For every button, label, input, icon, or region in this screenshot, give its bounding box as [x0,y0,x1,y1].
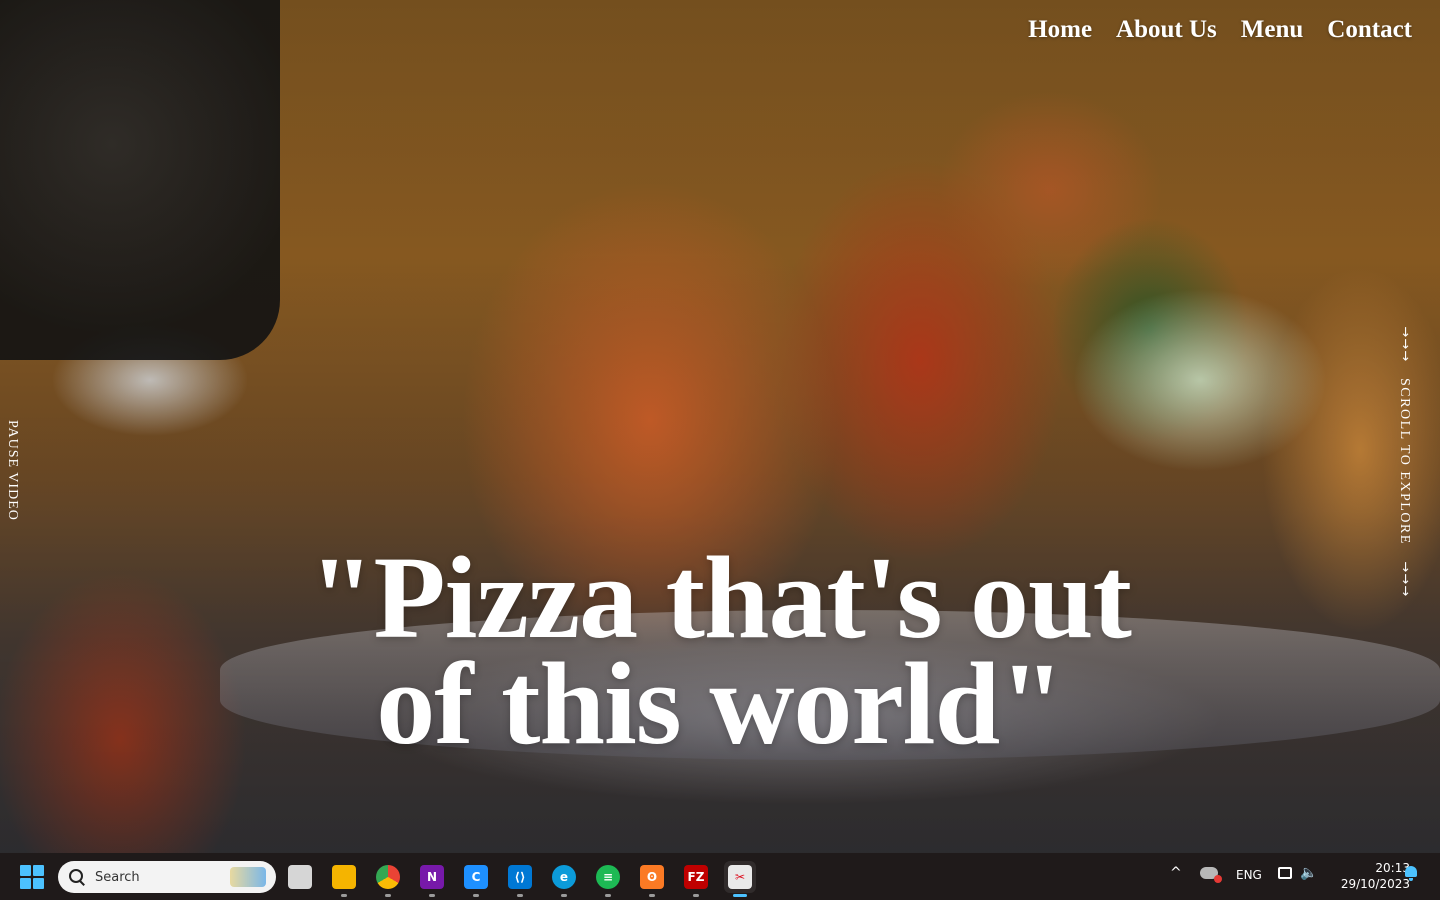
filezilla-taskbar-button[interactable]: FZ [680,861,712,897]
network-icon[interactable] [1278,867,1292,879]
arrow-down-icon: → [1397,350,1412,362]
edge-icon: e [552,865,576,889]
arrow-down-icon: → [1397,561,1412,573]
arrow-down-icon: → [1397,326,1412,338]
running-indicator [649,894,655,897]
pause-video-button[interactable]: PAUSE VIDEO [2,420,20,521]
chevron-up-icon[interactable]: ^ [1170,865,1182,881]
running-indicator [517,894,523,897]
taskbar-search-box[interactable]: Search [58,861,276,893]
file-explorer-icon [332,865,356,889]
main-nav: Home About Us Menu Contact [1028,14,1412,46]
scroll-to-explore[interactable]: → → → SCROLL TO EXPLORE → → → [1392,326,1416,626]
clock-time: 20:13 [1375,861,1410,875]
nav-about-link[interactable]: About Us [1116,14,1217,46]
nav-menu-link[interactable]: Menu [1241,14,1304,46]
hero-headline: "Pizza that's out of this world" [200,539,1240,763]
running-indicator [385,894,391,897]
xampp-taskbar-button[interactable]: ʘ [636,861,668,897]
app-c-icon: C [464,865,488,889]
chrome-taskbar-button[interactable] [372,861,404,897]
search-highlight-icon [230,867,266,887]
scroll-label: SCROLL TO EXPLORE [1397,378,1412,545]
running-indicator [341,894,347,897]
clock-date: 29/10/2023 [1340,877,1410,891]
onedrive-error-icon[interactable] [1200,867,1222,883]
headline-line-2: of this world" [376,638,1064,769]
app-c-taskbar-button[interactable]: C [460,861,492,897]
nav-contact-link[interactable]: Contact [1327,14,1412,46]
vscode-icon: ⟨⟩ [508,865,532,889]
running-indicator [429,894,435,897]
running-indicator [605,894,611,897]
snipping-tool-taskbar-button[interactable]: ✂ [724,861,756,897]
spotify-icon: ≡ [596,865,620,889]
clock[interactable]: 20:13 29/10/2023 [1334,860,1410,892]
filezilla-icon: FZ [684,865,708,889]
notification-bell-icon[interactable] [1404,866,1418,882]
vscode-taskbar-button[interactable]: ⟨⟩ [504,861,536,897]
running-indicator [473,894,479,897]
running-indicator [561,894,567,897]
running-indicator [693,894,699,897]
xampp-icon: ʘ [640,865,664,889]
windows-start-icon[interactable] [20,865,44,889]
onenote-icon: N [420,865,444,889]
language-indicator[interactable]: ENG [1236,868,1262,882]
task-view-taskbar-button[interactable] [284,861,316,893]
task-view-icon [288,865,312,889]
arrow-down-icon-group-bottom: → → → [1397,561,1412,597]
chrome-icon [376,865,400,889]
windows-taskbar: Search N C ⟨⟩ e ≡ ʘ FZ ✂ ^ ENG 🔈 20:13 29/10/20… [0,853,1440,900]
search-icon [68,868,86,886]
spotify-taskbar-button[interactable]: ≡ [592,861,624,897]
arrow-down-icon: → [1397,585,1412,597]
edge-taskbar-button[interactable]: e [548,861,580,897]
arrow-down-icon-group-top: → → → [1397,326,1412,362]
nav-home-link[interactable]: Home [1028,14,1092,46]
search-placeholder: Search [95,869,140,885]
snipping-tool-icon: ✂ [728,865,752,889]
volume-icon[interactable]: 🔈 [1300,865,1317,881]
arrow-down-icon: → [1397,573,1412,585]
running-indicator [733,894,747,897]
file-explorer-taskbar-button[interactable] [328,861,360,897]
arrow-down-icon: → [1397,338,1412,350]
onenote-taskbar-button[interactable]: N [416,861,448,897]
